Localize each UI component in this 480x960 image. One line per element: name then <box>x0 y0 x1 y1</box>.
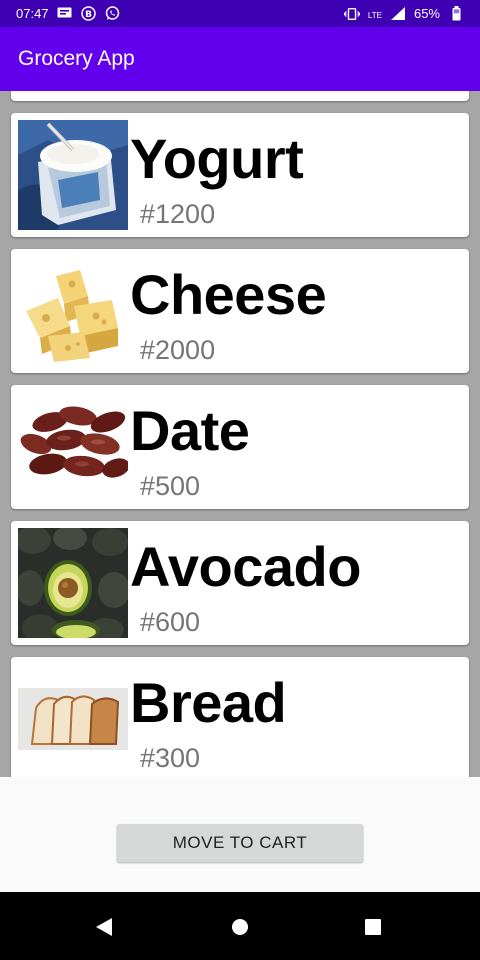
list-item[interactable]: Bread #300 <box>11 657 469 777</box>
list-item[interactable]: Cheese #2000 <box>11 249 469 373</box>
move-to-cart-button[interactable]: MOVE TO CART <box>117 824 363 862</box>
signal-icon <box>390 6 406 22</box>
vibrate-icon <box>343 6 360 22</box>
avocado-image <box>15 526 130 642</box>
back-icon[interactable] <box>93 916 115 938</box>
list-item[interactable]: Avocado #600 <box>11 521 469 645</box>
product-price: #1200 <box>140 199 216 229</box>
message-icon <box>57 6 73 22</box>
recents-icon[interactable] <box>362 916 384 938</box>
b-circle-icon: B <box>81 6 97 22</box>
product-name: Cheese <box>130 263 327 326</box>
list-item[interactable]: Date #500 <box>11 385 469 509</box>
battery-percent: 65% <box>413 6 440 21</box>
lte-icon: LTE <box>367 10 382 20</box>
product-price: #2000 <box>140 335 216 365</box>
bottom-action-area: MOVE TO CART <box>0 777 480 892</box>
product-name: Avocado <box>130 535 361 598</box>
product-name: Yogurt <box>130 127 304 190</box>
battery-icon <box>448 6 464 22</box>
yogurt-image <box>18 120 128 230</box>
product-name: Bread <box>130 671 287 734</box>
app-bar: Grocery App <box>0 27 480 91</box>
product-price: #600 <box>140 607 201 637</box>
list-item[interactable] <box>11 91 469 101</box>
navigation-bar <box>0 892 480 960</box>
bread-image <box>18 664 128 774</box>
whatsapp-icon <box>105 6 121 22</box>
product-price: #500 <box>140 471 201 501</box>
status-time: 07:47 <box>16 6 49 21</box>
home-icon[interactable] <box>229 916 251 938</box>
product-price: #300 <box>140 743 201 773</box>
product-name: Date <box>130 399 250 462</box>
app-title: Grocery App <box>18 47 135 70</box>
product-list[interactable]: Yogurt #1200 Cheese #2000 Date #500 Avoc… <box>0 91 480 777</box>
cheese-image <box>18 256 128 366</box>
list-item[interactable]: Yogurt #1200 <box>11 113 469 237</box>
svg-text:B: B <box>85 10 92 20</box>
dates-image <box>18 392 130 502</box>
status-bar: 07:47 B LTE 65% <box>0 0 480 27</box>
